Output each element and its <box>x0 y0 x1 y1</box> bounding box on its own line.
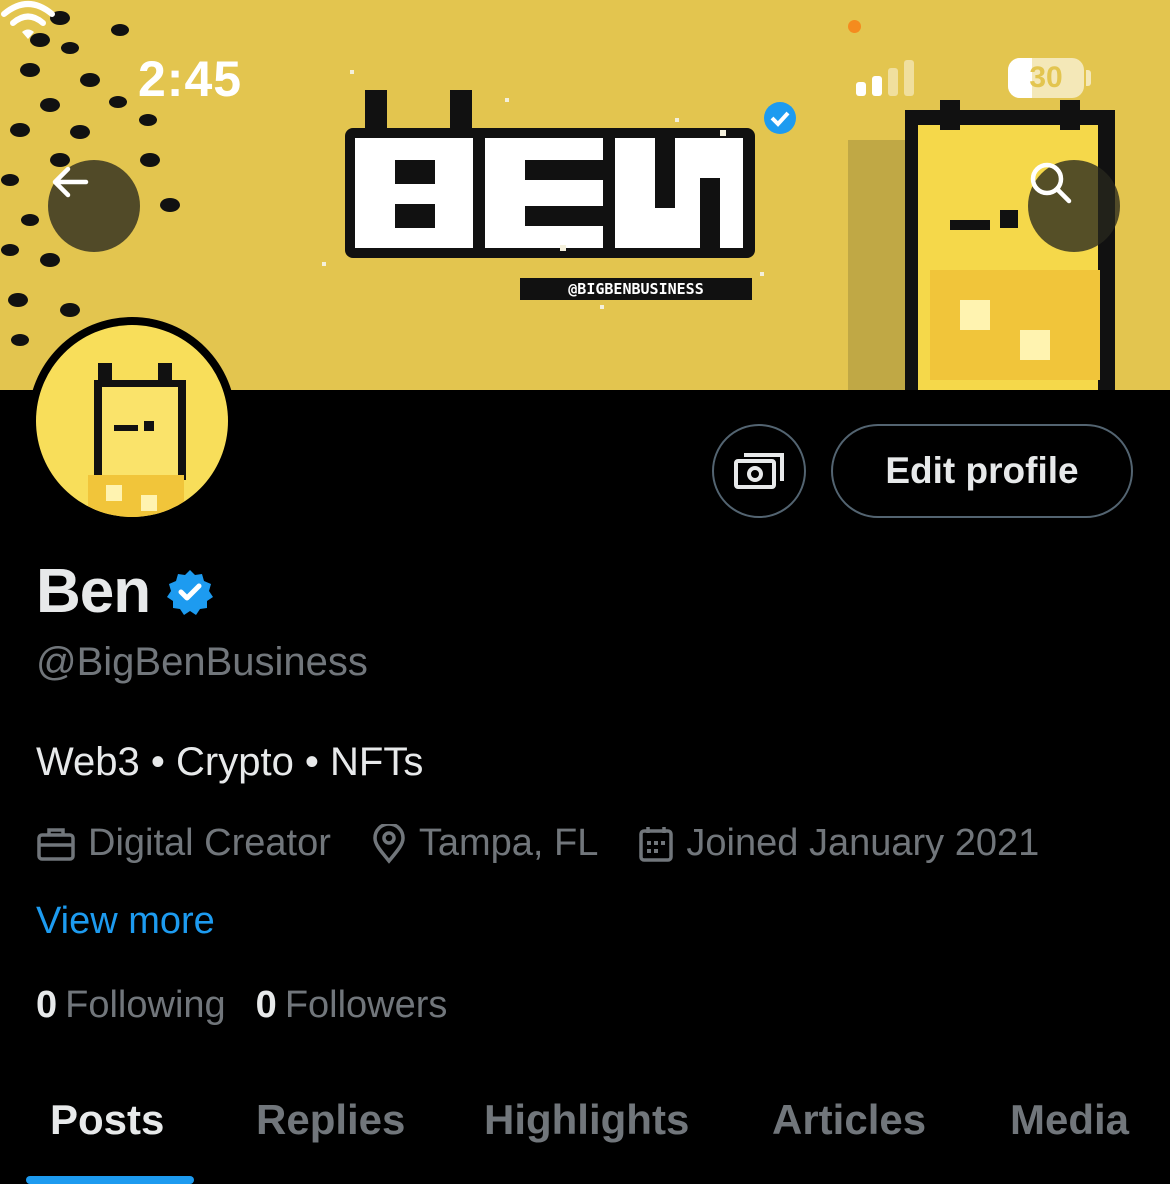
bio: Web3 • Crypto • NFTs <box>36 740 424 784</box>
battery-level: 30 <box>1029 61 1063 94</box>
status-time: 2:45 <box>138 51 243 107</box>
following-link[interactable]: 0 Following <box>36 984 226 1027</box>
location-text: Tampa, FL <box>418 822 599 864</box>
user-handle: @BigBenBusiness <box>36 640 368 684</box>
active-tab-indicator <box>26 1176 194 1184</box>
followers-link[interactable]: 0 Followers <box>256 984 448 1027</box>
view-more-link[interactable]: View more <box>36 900 215 943</box>
tab-articles[interactable]: Articles <box>772 1096 926 1144</box>
briefcase-icon <box>37 827 75 861</box>
profile-meta: Digital Creator Tampa, FL Joined January… <box>36 822 1079 865</box>
follow-stats: 0 Following 0 Followers <box>36 984 447 1027</box>
tips-button[interactable] <box>712 424 806 518</box>
followers-label: Followers <box>284 984 448 1026</box>
wifi-icon <box>1 1 55 39</box>
avatar-image <box>36 325 228 517</box>
search-icon <box>1030 162 1072 204</box>
profile-avatar[interactable] <box>28 317 236 525</box>
privacy-indicator <box>848 20 861 33</box>
tab-media[interactable]: Media <box>1010 1096 1129 1144</box>
edit-profile-button[interactable]: Edit profile <box>831 424 1133 518</box>
verified-badge-icon[interactable] <box>166 568 214 616</box>
arrow-left-icon <box>52 166 89 198</box>
following-count: 0 <box>36 984 58 1026</box>
back-button[interactable] <box>48 160 140 252</box>
calendar-icon <box>639 826 674 862</box>
banner-verified-badge <box>764 102 796 134</box>
battery-icon: 30 <box>1008 58 1084 98</box>
display-name: Ben <box>36 557 151 626</box>
location-item: Tampa, FL <box>371 822 599 865</box>
tab-replies[interactable]: Replies <box>256 1096 405 1144</box>
location-pin-icon <box>373 823 405 864</box>
profession-text: Digital Creator <box>88 822 331 864</box>
profile-tabs: Posts Replies Highlights Articles Media <box>0 1090 1170 1184</box>
ben-logo: @BIGBENBUSINESS <box>345 90 755 300</box>
tab-highlights[interactable]: Highlights <box>484 1096 689 1144</box>
avatar-dog-illustration <box>88 363 186 517</box>
search-button[interactable] <box>1028 160 1120 252</box>
money-icon <box>734 453 784 489</box>
profession-item: Digital Creator <box>36 822 331 865</box>
name-row: Ben <box>36 556 214 627</box>
tab-posts[interactable]: Posts <box>50 1096 164 1144</box>
joined-item: Joined January 2021 <box>638 822 1039 865</box>
banner-handle-text: @BIGBENBUSINESS <box>568 280 703 298</box>
joined-text: Joined January 2021 <box>686 822 1040 864</box>
following-label: Following <box>65 984 226 1026</box>
battery-cap <box>1086 70 1091 86</box>
followers-count: 0 <box>255 984 277 1026</box>
cellular-signal-icon <box>856 58 914 96</box>
